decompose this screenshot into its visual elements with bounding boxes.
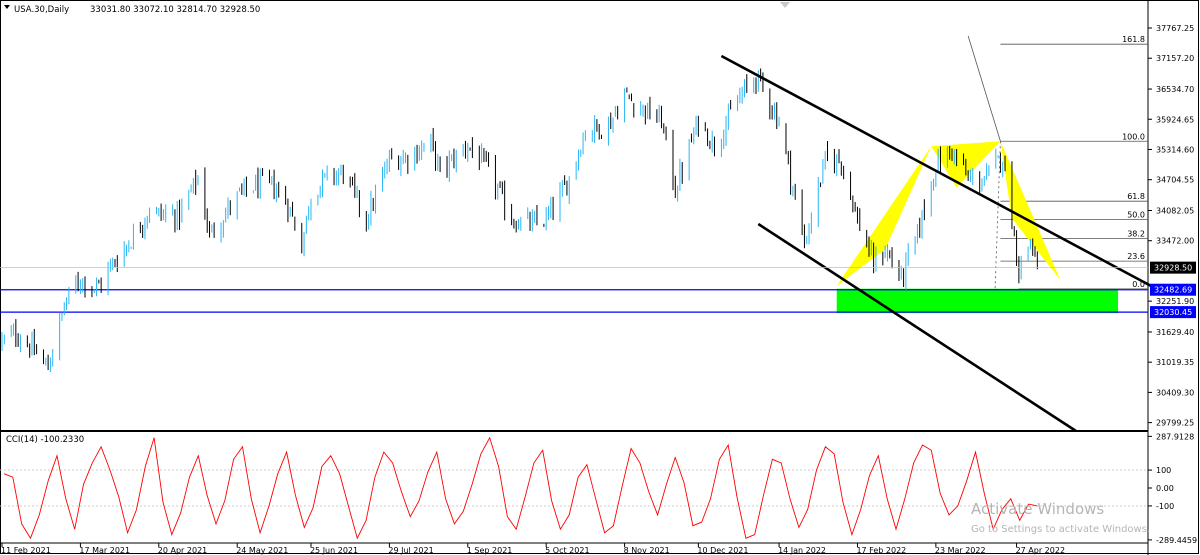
chart-canvas[interactable]: 161.8100.061.850.038.223.60.0 37767.2537… bbox=[0, 0, 1200, 555]
demand-zone bbox=[836, 288, 1119, 314]
x-tick-label: 5 Oct 2021 bbox=[545, 546, 589, 555]
x-tick-label: 29 Jul 2021 bbox=[388, 546, 433, 555]
cci-series-line[interactable] bbox=[3, 436, 1038, 540]
y-tick-label: 35924.65 bbox=[1156, 115, 1194, 124]
x-tick-label: 10 Dec 2021 bbox=[697, 546, 748, 555]
y-tick-label: 31019.35 bbox=[1156, 358, 1194, 367]
y-tick-label: 35314.60 bbox=[1156, 145, 1194, 154]
x-tick-label: 11 Feb 2021 bbox=[1, 546, 51, 555]
y-tick-label: 29799.25 bbox=[1156, 419, 1194, 428]
x-tick-label: 20 Apr 2021 bbox=[158, 546, 207, 555]
y-tick-label: 32251.90 bbox=[1156, 297, 1194, 306]
cci-title: CCI(14) -100.2330 bbox=[6, 435, 84, 445]
channel-upper-line[interactable] bbox=[720, 54, 1154, 289]
cci-y-tick-label: 100 bbox=[1156, 466, 1171, 475]
y-tick-label: 31629.40 bbox=[1156, 328, 1194, 337]
y-tick-label: 34082.05 bbox=[1156, 207, 1194, 216]
x-tick-label: 17 Feb 2022 bbox=[856, 546, 906, 555]
cci-y-tick-label: 287.9128 bbox=[1156, 432, 1194, 441]
dropdown-arrow-icon[interactable] bbox=[4, 5, 10, 9]
chart-window: 161.8 100.0 61.8 50.0 38.2 23.6 0.0 37767.25 37… bbox=[0, 0, 1200, 555]
x-tick-label: 1 Sep 2021 bbox=[467, 546, 513, 555]
x-tick-label: 17 Mar 2021 bbox=[79, 546, 130, 555]
fib-level-label: 23.6 bbox=[1127, 252, 1145, 261]
x-tick-label: 14 Jan 2022 bbox=[778, 546, 826, 555]
x-tick-label: 23 Mar 2022 bbox=[935, 546, 986, 555]
support-price-label: 32030.45 bbox=[1154, 308, 1192, 317]
y-tick-label: 36534.70 bbox=[1156, 85, 1194, 94]
fib-level-label: 38.2 bbox=[1127, 229, 1145, 238]
cci-y-tick-label: 0.00 bbox=[1156, 484, 1174, 493]
cci-y-tick-label: -289.4459 bbox=[1156, 536, 1197, 545]
watermark-title: Activate Windows bbox=[971, 500, 1104, 518]
fib-level-label: 50.0 bbox=[1127, 211, 1145, 220]
fib-level-label: 161.8 bbox=[1122, 35, 1145, 44]
y-tick-label: 30409.30 bbox=[1156, 388, 1194, 397]
x-tick-label: 27 Apr 2022 bbox=[1016, 546, 1065, 555]
support-price-label: 32482.69 bbox=[1154, 286, 1192, 295]
last-price-label: 32928.50 bbox=[1154, 264, 1192, 273]
pattern-leg-xab bbox=[836, 146, 932, 286]
cci-y-tick-label: -100 bbox=[1156, 502, 1174, 511]
symbol-label: USA.30,Daily bbox=[14, 5, 69, 15]
x-tick-label: 24 May 2021 bbox=[236, 546, 288, 555]
watermark-subtitle: Go to Settings to activate Windows. bbox=[971, 524, 1150, 535]
y-tick-label: 37157.20 bbox=[1156, 54, 1194, 63]
y-tick-label: 33472.00 bbox=[1156, 237, 1194, 246]
y-tick-label: 37767.25 bbox=[1156, 24, 1194, 33]
fib-anchor-line bbox=[967, 35, 1001, 142]
x-tick-label: 25 Jun 2021 bbox=[310, 546, 358, 555]
y-tick-label: 34704.55 bbox=[1156, 176, 1194, 185]
x-tick-label: 8 Nov 2021 bbox=[624, 546, 670, 555]
fib-level-label: 61.8 bbox=[1127, 192, 1145, 201]
ohlc-readout: 33031.80 33072.10 32814.70 32928.50 bbox=[90, 5, 260, 15]
fib-level-label: 100.0 bbox=[1122, 132, 1145, 141]
